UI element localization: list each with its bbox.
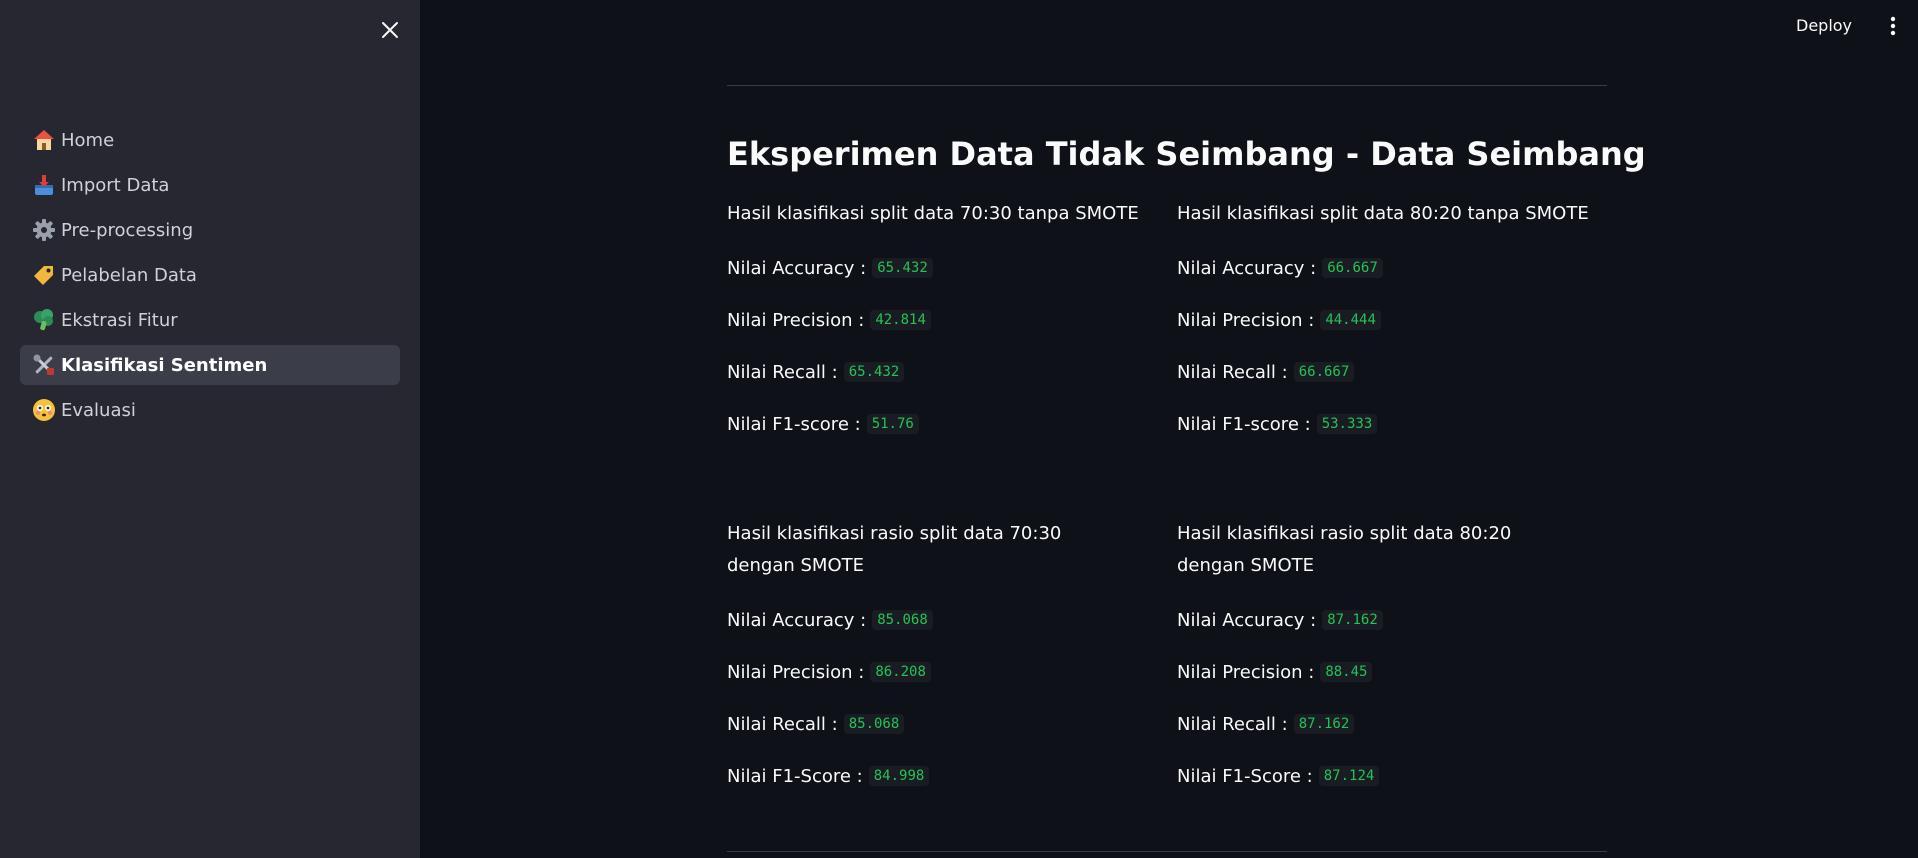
metric-value: 66.667 — [1322, 258, 1383, 278]
metric-label: Nilai Precision : — [727, 309, 865, 331]
metric-label: Nilai Accuracy : — [727, 257, 867, 279]
metric-row-precision: Nilai Precision : 42.814 — [727, 294, 1147, 346]
metric-value: 44.444 — [1320, 310, 1381, 330]
result-block-80-20-no-smote: Hasil klasifikasi split data 80:20 tanpa… — [1177, 198, 1597, 450]
result-title: Hasil klasifikasi rasio split data 80:20… — [1177, 523, 1512, 576]
metric-label: Nilai F1-score : — [727, 413, 861, 435]
gear-icon — [32, 218, 56, 242]
metric-value: 87.162 — [1293, 714, 1355, 734]
metric-row-precision: Nilai Precision : 88.45 — [1177, 646, 1577, 698]
metric-value: 86.208 — [870, 662, 931, 682]
metric-row-recall: Nilai Recall : 65.432 — [727, 346, 1147, 398]
inbox-tray-icon — [32, 173, 56, 197]
metric-label: Nilai Accuracy : — [1177, 257, 1317, 279]
sidebar-item-label: Ekstrasi Fitur — [61, 309, 178, 331]
vertical-dots-icon — [1890, 16, 1896, 36]
metric-value: 53.333 — [1316, 414, 1378, 434]
metric-value: 66.667 — [1293, 362, 1355, 382]
metric-value: 51.76 — [866, 414, 919, 434]
metric-label: Nilai Recall : — [1177, 713, 1288, 735]
metric-row-accuracy: Nilai Accuracy : 65.432 — [727, 242, 1147, 294]
sidebar-item-pre-processing[interactable]: Pre-processing — [20, 210, 400, 250]
metric-row-precision: Nilai Precision : 44.444 — [1177, 294, 1597, 346]
result-title: Hasil klasifikasi split data 80:20 tanpa… — [1177, 203, 1589, 224]
metric-label: Nilai Accuracy : — [727, 609, 867, 631]
label-tag-icon — [32, 263, 56, 287]
sidebar-item-ekstrasi-fitur[interactable]: Ekstrasi Fitur — [20, 300, 400, 340]
metric-value: 87.162 — [1322, 610, 1383, 630]
metric-row-recall: Nilai Recall : 85.068 — [727, 698, 1127, 750]
metric-label: Nilai Recall : — [727, 713, 838, 735]
metric-label: Nilai Recall : — [727, 361, 838, 383]
bottom-divider — [727, 851, 1607, 852]
sidebar-item-label: Evaluasi — [61, 399, 136, 421]
metric-label: Nilai F1-Score : — [727, 765, 863, 787]
sidebar-item-label: Pelabelan Data — [61, 264, 197, 286]
metric-label: Nilai Precision : — [727, 661, 865, 683]
metric-value: 87.124 — [1318, 766, 1380, 786]
metric-value: 65.432 — [843, 362, 905, 382]
sidebar-item-evaluasi[interactable]: Evaluasi — [20, 390, 400, 430]
sidebar-item-label: Klasifikasi Sentimen — [61, 354, 268, 376]
result-title: Hasil klasifikasi split data 70:30 tanpa… — [727, 203, 1139, 224]
result-block-70-30-smote: Hasil klasifikasi rasio split data 70:30… — [727, 518, 1127, 802]
sidebar-item-klasifikasi-sentimen[interactable]: Klasifikasi Sentimen — [20, 345, 400, 385]
metric-row-accuracy: Nilai Accuracy : 87.162 — [1177, 594, 1577, 646]
broccoli-icon — [32, 308, 56, 332]
close-icon — [382, 22, 398, 38]
metric-label: Nilai Accuracy : — [1177, 609, 1317, 631]
metric-value: 42.814 — [870, 310, 931, 330]
sidebar-item-import-data[interactable]: Import Data — [20, 165, 400, 205]
metric-row-precision: Nilai Precision : 86.208 — [727, 646, 1127, 698]
metric-row-f1-score: Nilai F1-Score : 84.998 — [727, 750, 1127, 802]
metric-row-f1-score: Nilai F1-score : 51.76 — [727, 398, 1147, 450]
metric-row-accuracy: Nilai Accuracy : 85.068 — [727, 594, 1127, 646]
metric-row-accuracy: Nilai Accuracy : 66.667 — [1177, 242, 1597, 294]
sidebar: Home Import Data Pre-processing Pelabela… — [0, 0, 420, 858]
metric-row-f1-score: Nilai F1-score : 53.333 — [1177, 398, 1597, 450]
result-title: Hasil klasifikasi rasio split data 70:30… — [727, 523, 1062, 576]
metric-row-f1-score: Nilai F1-Score : 87.124 — [1177, 750, 1577, 802]
main-menu-button[interactable] — [1880, 13, 1906, 39]
metric-label: Nilai Precision : — [1177, 309, 1315, 331]
close-sidebar-button[interactable] — [376, 16, 404, 44]
metric-label: Nilai F1-score : — [1177, 413, 1311, 435]
sidebar-item-pelabelan-data[interactable]: Pelabelan Data — [20, 255, 400, 295]
metric-row-recall: Nilai Recall : 87.162 — [1177, 698, 1577, 750]
metric-value: 65.432 — [872, 258, 933, 278]
top-divider — [727, 85, 1607, 86]
tools-icon — [32, 353, 56, 377]
metric-value: 85.068 — [843, 714, 905, 734]
metric-label: Nilai Precision : — [1177, 661, 1315, 683]
flushed-face-icon — [32, 398, 56, 422]
sidebar-item-label: Pre-processing — [61, 219, 194, 241]
sidebar-nav: Home Import Data Pre-processing Pelabela… — [20, 120, 400, 435]
metric-row-recall: Nilai Recall : 66.667 — [1177, 346, 1597, 398]
result-block-70-30-no-smote: Hasil klasifikasi split data 70:30 tanpa… — [727, 198, 1147, 450]
page-title: Eksperimen Data Tidak Seimbang - Data Se… — [727, 135, 1646, 173]
result-block-80-20-smote: Hasil klasifikasi rasio split data 80:20… — [1177, 518, 1577, 802]
sidebar-item-label: Home — [61, 129, 115, 151]
house-icon — [32, 128, 56, 152]
sidebar-item-home[interactable]: Home — [20, 120, 400, 160]
sidebar-item-label: Import Data — [61, 174, 170, 196]
metric-label: Nilai Recall : — [1177, 361, 1288, 383]
deploy-button[interactable]: Deploy — [1796, 12, 1852, 40]
app-root: Home Import Data Pre-processing Pelabela… — [0, 0, 1918, 858]
metric-value: 88.45 — [1320, 662, 1373, 682]
metric-value: 85.068 — [872, 610, 933, 630]
metric-label: Nilai F1-Score : — [1177, 765, 1313, 787]
metric-value: 84.998 — [868, 766, 930, 786]
